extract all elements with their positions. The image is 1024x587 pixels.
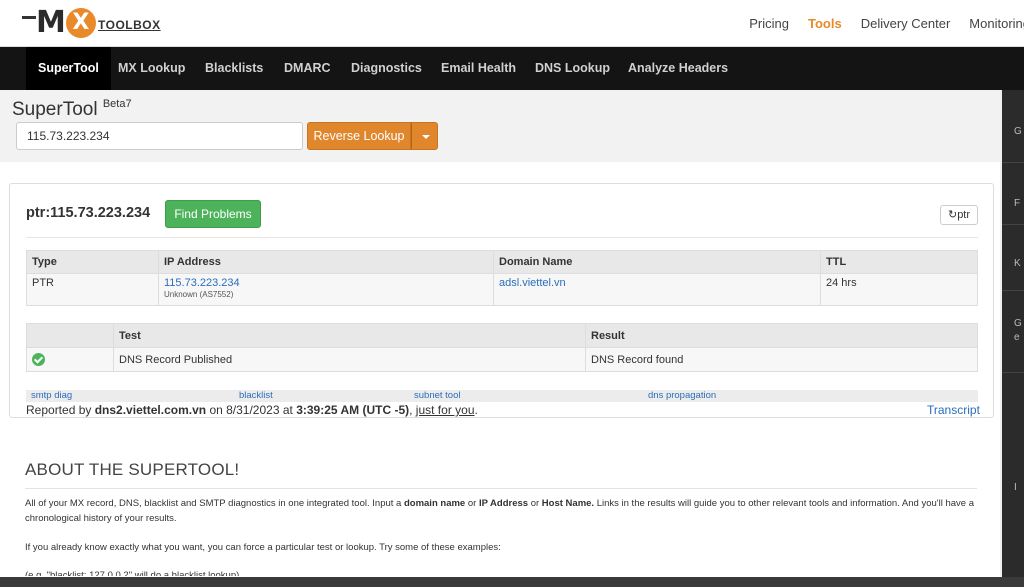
link-dns-propagation[interactable]: dns propagation [648, 390, 716, 402]
nav-tab-mx-lookup[interactable]: MX Lookup [118, 47, 185, 90]
col-header-test: Test [113, 323, 586, 348]
nav-tab-analyze-headers[interactable]: Analyze Headers [628, 47, 728, 90]
table-row: PTR 115.73.223.234 Unknown (AS7552) adsl… [26, 273, 978, 306]
record-ip-cell: 115.73.223.234 Unknown (AS7552) [158, 273, 494, 306]
test-result: DNS Record found [585, 347, 978, 372]
side-panel-letter: G [1014, 126, 1022, 137]
top-nav: Pricing Tools Delivery Center Monitoring [730, 0, 1024, 47]
lookup-dropdown-toggle[interactable] [411, 122, 438, 150]
link-subnet-tool[interactable]: subnet tool [414, 390, 460, 402]
reported-time: 3:39:25 AM (UTC -5) [296, 403, 410, 417]
col-header-domain: Domain Name [493, 250, 821, 274]
divider [26, 237, 978, 238]
test-status-cell [26, 347, 114, 372]
about-paragraph-examples: If you already know exactly what you wan… [25, 542, 501, 553]
just-for-you-link[interactable]: just for you [416, 403, 475, 417]
records-table: Type IP Address Domain Name TTL PTR 115.… [26, 250, 978, 306]
col-header-ip: IP Address [158, 250, 494, 274]
supertool-header: SuperTool Beta7 Reverse Lookup [0, 90, 1000, 162]
test-name: DNS Record Published [113, 347, 586, 372]
col-header-status [26, 323, 114, 348]
refresh-icon: ↻ [947, 209, 958, 221]
top-nav-monitoring[interactable]: Monitoring [969, 16, 1024, 31]
refresh-ptr-button[interactable]: ↻ptr [940, 205, 978, 225]
nav-tab-diagnostics[interactable]: Diagnostics [351, 47, 422, 90]
about-paragraph: All of your MX record, DNS, blacklist an… [25, 498, 974, 524]
side-panel-letter: I [1014, 482, 1017, 493]
reported-by-text: Reported by dns2.viettel.com.vn on 8/31/… [26, 403, 478, 417]
nav-tab-supertool[interactable]: SuperTool [26, 47, 111, 90]
main-nav: SuperTool MX Lookup Blacklists DMARC Dia… [0, 47, 1024, 90]
about-example-line: (e.g. "blacklist: 127.0.0.2" will do a b… [25, 570, 240, 576]
result-title: ptr:115.73.223.234 [26, 205, 151, 221]
col-header-result: Result [585, 323, 978, 348]
search-input[interactable] [16, 122, 303, 150]
side-panel-strip: G F K G e I [1002, 90, 1024, 587]
beta-badge: Beta7 [102, 98, 132, 110]
reverse-lookup-button[interactable]: Reverse Lookup [307, 122, 411, 150]
related-links: smtp diag blacklist subnet tool dns prop… [26, 390, 978, 402]
nav-tab-email-health[interactable]: Email Health [441, 47, 516, 90]
logo-toolbox-text: TOOLBOX [98, 18, 161, 32]
side-panel-letter: G [1014, 318, 1022, 329]
page-title: SuperTool Beta7 [12, 98, 132, 120]
record-domain-link[interactable]: adsl.viettel.vn [499, 277, 566, 289]
check-circle-icon [32, 353, 45, 366]
tests-table: Test Result DNS Record Published DNS Rec… [26, 323, 978, 372]
refresh-label: ptr [957, 209, 971, 221]
top-nav-tools[interactable]: Tools [808, 16, 842, 31]
nav-tab-dmarc[interactable]: DMARC [284, 47, 331, 90]
record-type: PTR [26, 273, 159, 306]
col-header-type: Type [26, 250, 159, 274]
link-blacklist[interactable]: blacklist [239, 390, 273, 402]
record-domain-cell: adsl.viettel.vn [493, 273, 821, 306]
top-nav-delivery-center[interactable]: Delivery Center [861, 16, 951, 31]
main-content: SuperTool Beta7 Reverse Lookup ptr:115.7… [0, 90, 1000, 587]
record-ip-asn: Unknown (AS7552) [164, 290, 234, 299]
side-panel-letter: e [1014, 332, 1020, 343]
find-problems-button[interactable]: Find Problems [165, 200, 261, 228]
record-ip-link[interactable]: 115.73.223.234 [164, 277, 240, 289]
record-ttl: 24 hrs [820, 273, 978, 306]
top-header: MXMX TOOLBOX Pricing Tools Delivery Cent… [0, 0, 1024, 47]
mxtoolbox-logo[interactable]: MXMX TOOLBOX [22, 6, 172, 40]
nav-tab-dns-lookup[interactable]: DNS Lookup [535, 47, 610, 90]
link-smtp-diag[interactable]: smtp diag [31, 390, 72, 402]
reported-server: dns2.viettel.com.vn [94, 403, 207, 417]
logo-dash [22, 16, 36, 19]
transcript-link[interactable]: Transcript [927, 403, 980, 417]
about-title: ABOUT THE SUPERTOOL! [25, 460, 240, 479]
nav-tab-blacklists[interactable]: Blacklists [205, 47, 263, 90]
bottom-bar [0, 577, 1024, 587]
col-header-ttl: TTL [820, 250, 978, 274]
top-nav-pricing[interactable]: Pricing [749, 16, 789, 31]
result-panel: ptr:115.73.223.234 Find Problems ↻ptr Ty… [9, 183, 994, 418]
side-panel-letter: K [1014, 258, 1021, 269]
table-row: DNS Record Published DNS Record found [26, 347, 978, 372]
side-panel-letter: F [1014, 198, 1021, 209]
divider [25, 488, 977, 489]
